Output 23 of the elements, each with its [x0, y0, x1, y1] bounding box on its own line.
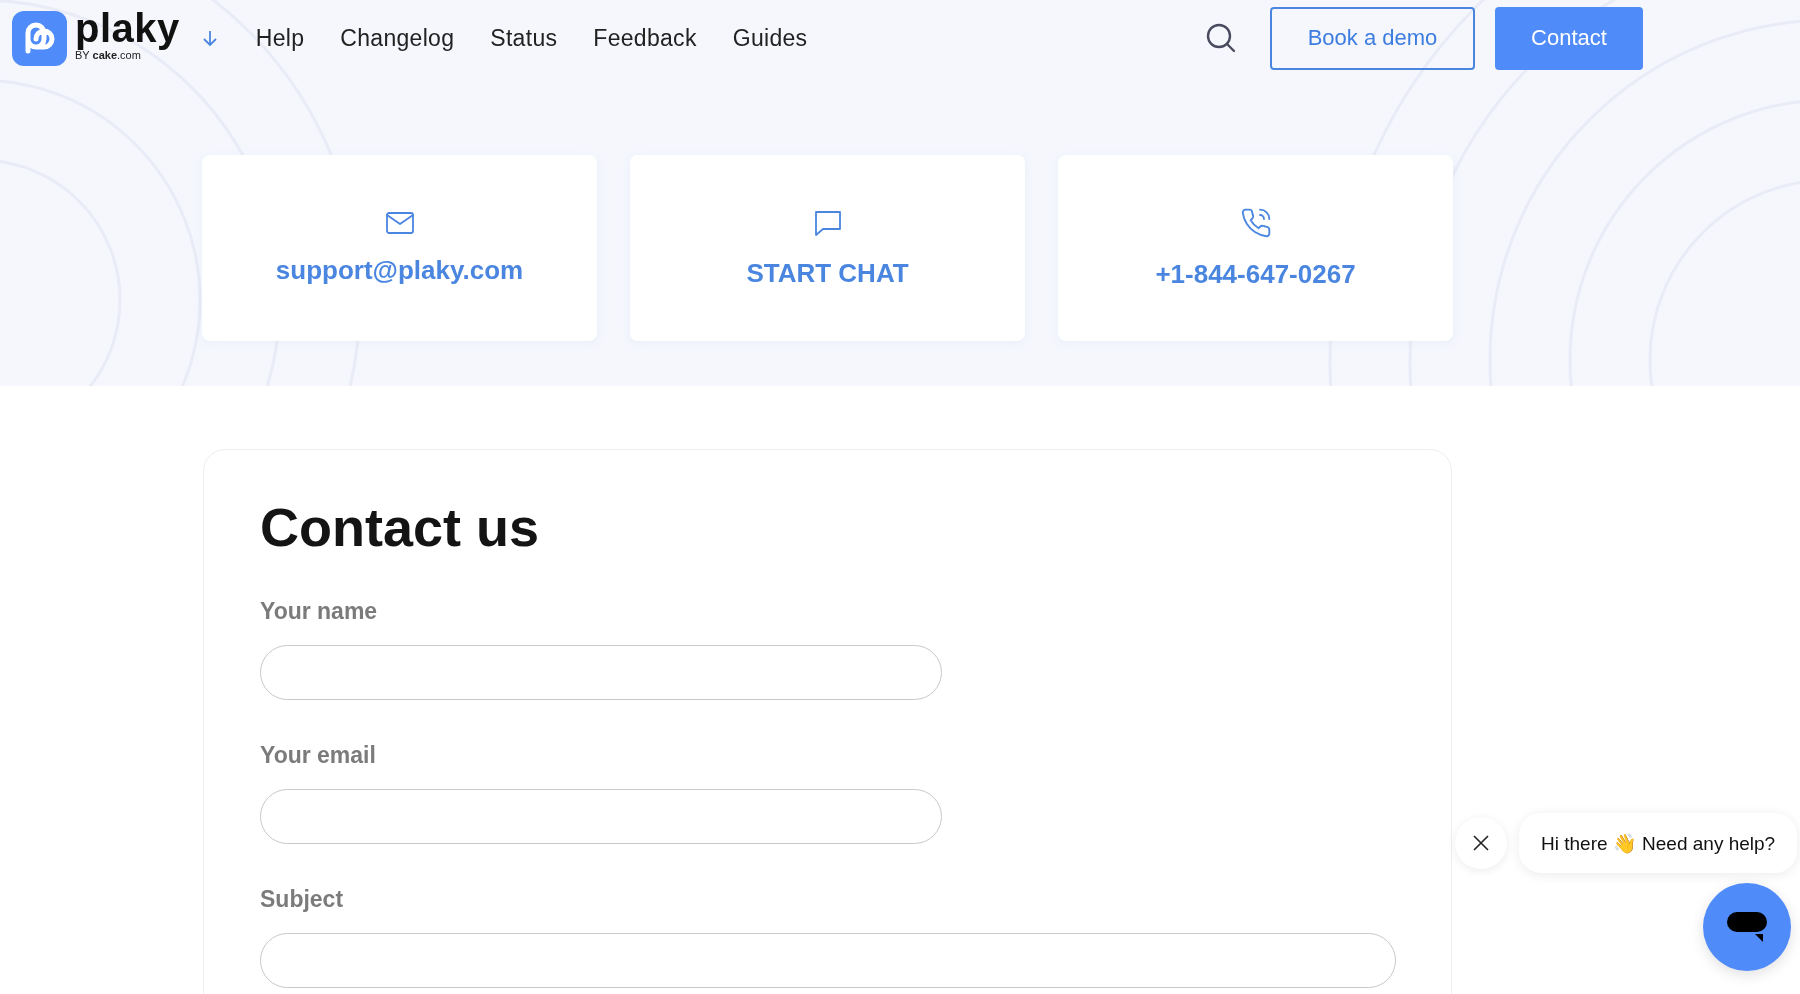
search-icon[interactable] [1206, 23, 1236, 53]
nav-link[interactable]: Status [490, 24, 558, 52]
down-arrow-icon[interactable] [201, 29, 218, 47]
field-label: Your email [260, 742, 377, 769]
contact-link[interactable]: +1-844-647-0267 [1155, 258, 1356, 290]
nav-link[interactable]: Changelog [340, 24, 455, 52]
logo-byline: BY cake.com [75, 49, 141, 61]
logo-icon [12, 10, 67, 66]
nav-link[interactable]: Help [255, 24, 305, 52]
field-label: Subject [260, 886, 345, 913]
chat-message: Hi there 👋 Need any help? [1519, 813, 1798, 873]
phone-icon [1239, 206, 1272, 239]
close-icon [1472, 834, 1490, 852]
contact-link[interactable]: START CHAT [746, 257, 909, 289]
nav-link[interactable]: Feedback [593, 24, 697, 52]
chat-bubble-icon [1725, 910, 1769, 944]
nav-link[interactable]: Guides [732, 24, 808, 52]
contact-link[interactable]: support@plaky.com [275, 254, 524, 286]
book-demo-button[interactable]: Book a demo [1270, 6, 1475, 70]
envelope-icon [384, 210, 415, 235]
field-label: Your name [260, 598, 379, 625]
logo-name: plaky [75, 7, 180, 48]
form-title: Contact us [260, 496, 541, 558]
